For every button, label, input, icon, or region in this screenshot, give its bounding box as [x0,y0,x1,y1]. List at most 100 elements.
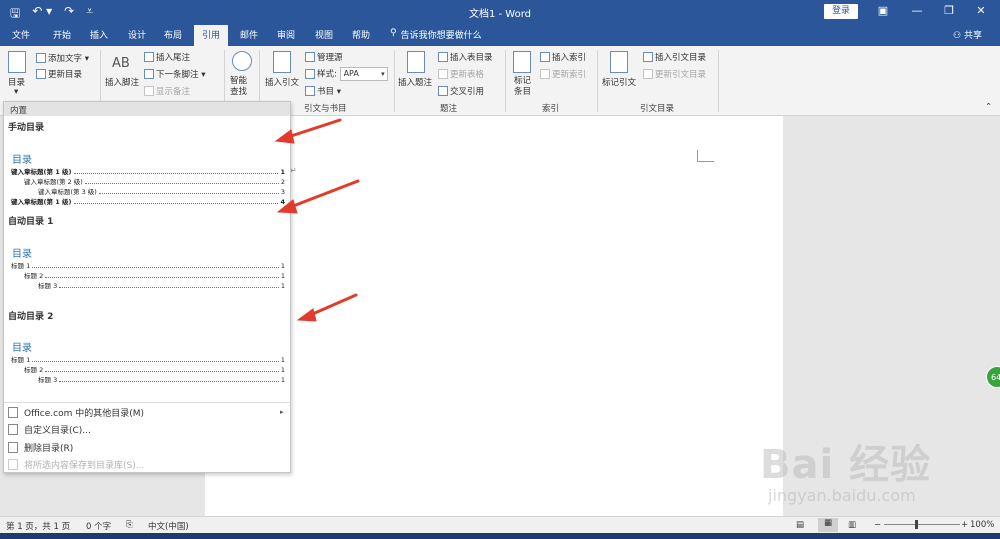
update-toc-button[interactable]: 更新目录 [36,68,82,80]
insert-citation-button[interactable]: 插入引文 [265,76,299,88]
update-index-button[interactable]: 更新索引 [540,68,586,80]
show-notes-button[interactable]: 显示备注 [144,85,190,97]
bibliography-button[interactable]: 书目 ▾ [305,85,341,97]
citations-group-label: 引文与书目 [304,104,347,114]
tab-view[interactable]: 视图 [315,28,333,41]
auto-toc-2-title[interactable]: 自动目录 2 [8,309,53,322]
manage-sources-label: 管理源 [317,53,343,63]
mark-entry-button[interactable]: 标记条目 [514,76,532,98]
style-icon [305,68,315,79]
language-indicator[interactable]: 中文(中国) [148,520,189,532]
group-separator [718,50,719,112]
zoom-out-icon[interactable]: − [874,520,881,530]
save-selection-item[interactable]: 将所选内容保存到目录库(S)... [8,458,144,471]
tab-insert[interactable]: 插入 [90,28,108,41]
tab-design[interactable]: 设计 [128,28,146,41]
update-table-button[interactable]: 更新表格 [438,68,484,80]
insert-caption-icon[interactable] [407,51,425,73]
collapse-ribbon-icon[interactable]: ⌃ [985,102,992,112]
tab-review[interactable]: 审阅 [277,28,295,41]
insert-table-of-figures-button[interactable]: 插入表目录 [438,51,493,63]
tab-references[interactable]: 引用 [194,25,229,46]
tab-layout[interactable]: 布局 [164,28,182,41]
login-button[interactable]: 登录 [824,4,858,19]
insert-index-icon [540,52,550,62]
dropdown-header: 内置 [4,102,290,116]
toc-dropdown-icon[interactable]: ▾ [14,87,18,97]
add-text-button[interactable]: 添加文字 ▾ [36,52,89,64]
tell-me-box[interactable]: ⚲ 告诉我你想要做什么 [390,28,482,41]
status-bar: 第 1 页，共 1 页 0 个字 ⎘ 中文(中国) ▤ ▦ ▥ − + 100% [0,516,1000,533]
zoom-in-icon[interactable]: + [961,520,968,530]
tab-file[interactable]: 文件 [12,28,30,41]
mark-citation-button[interactable]: 标记引文 [602,76,636,88]
add-text-icon [36,53,46,63]
tell-me-text: 告诉我你想要做什么 [400,31,482,41]
lightbulb-icon: ⚲ [390,28,397,38]
tab-mailings[interactable]: 邮件 [240,28,258,41]
smart-lookup-icon[interactable] [232,51,252,71]
smart-lookup-button[interactable]: 智能查找 [230,76,254,98]
remove-toc-item[interactable]: 删除目录(R) [8,441,73,454]
manage-sources-icon [305,52,315,62]
paragraph-mark: ↵ [290,166,297,175]
update-index-label: 更新索引 [552,70,587,80]
footnote-icon[interactable]: AB [112,56,130,71]
insert-table-of-figures-label: 插入表目录 [450,53,493,63]
manage-sources-button[interactable]: 管理源 [305,51,343,63]
add-text-label: 添加文字 [48,54,83,64]
more-office-tocs-label: Office.com 中的其他目录(M) [24,409,145,419]
zoom-level[interactable]: 100% [970,520,994,530]
insert-index-button[interactable]: 插入索引 [540,51,586,63]
manual-toc-title[interactable]: 手动目录 [8,120,44,133]
more-office-tocs-item[interactable]: Office.com 中的其他目录(M) [8,406,144,419]
insert-caption-button[interactable]: 插入题注 [398,76,432,88]
ribbon-tabs: 文件 开始 插入 设计 布局 引用 邮件 审阅 视图 帮助 ⚲ 告诉我你想要做什… [0,24,1000,46]
endnote-icon [144,52,154,62]
auto-toc-1-title[interactable]: 自动目录 1 [8,214,53,227]
group-separator [394,50,395,112]
proofing-icon[interactable]: ⎘ [126,520,133,530]
word-count[interactable]: 0 个字 [86,520,111,532]
insert-citation-icon[interactable] [273,51,291,73]
share-button[interactable]: ⚇ 共享 [953,28,982,41]
cross-reference-button[interactable]: 交叉引用 [438,85,484,97]
next-footnote-button[interactable]: 下一条脚注 ▾ [144,68,205,80]
mark-entry-icon[interactable] [513,51,531,73]
auto-toc-2-heading: 目录 [12,343,32,354]
zoom-slider[interactable] [884,524,960,525]
ribbon-display-options-icon[interactable]: ▣ [872,4,894,17]
remove-toc-label: 删除目录(R) [24,444,74,454]
manual-toc-line: 键入章标题(第 1 级) 4 [11,198,285,206]
insert-footnote-button[interactable]: 插入脚注 [105,76,139,88]
submenu-arrow-icon: ▸ [280,408,284,416]
table-of-figures-icon [438,52,448,62]
auto-toc-2-line: 标题 21 [24,366,285,374]
document-page[interactable]: ↵ [205,116,783,516]
office-icon [8,407,18,418]
restore-icon[interactable]: ❐ [938,4,960,17]
update-table-icon [438,69,448,79]
web-layout-icon[interactable]: ▥ [848,520,856,530]
bibliography-label: 书目 [317,87,335,97]
person-icon: ⚇ [953,31,964,41]
zoom-slider-thumb[interactable] [915,520,918,529]
update-toa-button[interactable]: 更新引文目录 [643,68,706,80]
manual-toc-line: 键入章标题(第 3 级) 3 [38,188,285,196]
mark-citation-icon[interactable] [610,51,628,73]
insert-toa-button[interactable]: 插入引文目录 [643,51,706,63]
style-select[interactable]: APA [339,67,388,81]
page-count[interactable]: 第 1 页，共 1 页 [6,520,70,532]
tab-help[interactable]: 帮助 [352,28,370,41]
read-mode-icon[interactable]: ▤ [796,520,804,530]
style-label: 样式: [317,69,337,80]
print-layout-icon[interactable]: ▦ [818,518,838,532]
tab-home[interactable]: 开始 [53,28,71,41]
insert-endnote-button[interactable]: 插入尾注 [144,51,190,63]
update-toa-icon [643,69,653,79]
toc-icon[interactable] [8,51,26,73]
close-icon[interactable]: ✕ [970,4,992,17]
minimize-icon[interactable]: — [906,4,928,17]
custom-toc-item[interactable]: 自定义目录(C)... [8,423,91,436]
auto-toc-1-line: 标题 11 [11,262,285,270]
